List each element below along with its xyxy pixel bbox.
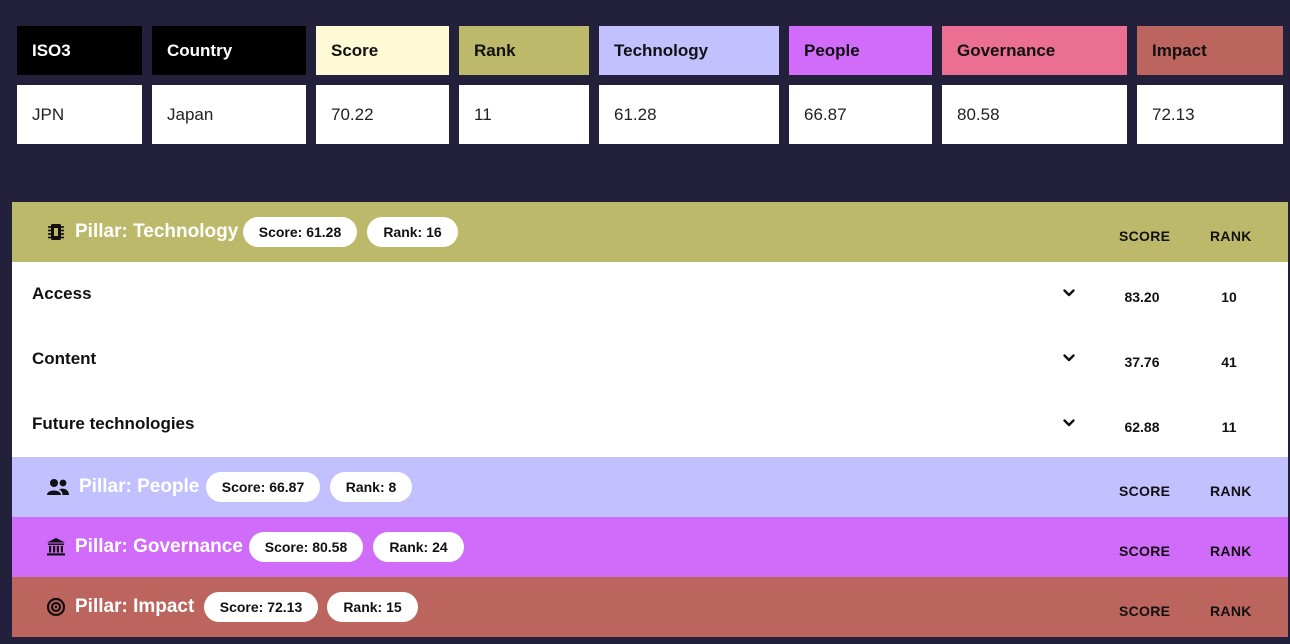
pillar-governance-score-badge: Score: 80.58 [249, 532, 363, 562]
header-technology-label: Technology [614, 40, 709, 60]
chevron-down-icon[interactable] [1062, 416, 1076, 430]
header-country-label: Country [167, 40, 233, 60]
pillar-impact-title: Pillar: Impact [75, 596, 195, 617]
value-impact: 72.13 [1137, 85, 1283, 144]
pillar-technology-title: Pillar: Technology [75, 221, 239, 242]
value-people: 66.87 [789, 85, 932, 144]
pillar-technology-rank-badge: Rank: 16 [367, 217, 458, 247]
pillar-technology-score-badge: Score: 61.28 [243, 217, 357, 247]
pillar-people-score-badge: Score: 66.87 [206, 472, 320, 502]
rank-column-header: RANK [1210, 483, 1252, 499]
value-technology: 61.28 [599, 85, 779, 144]
subpillar-score: 37.76 [1124, 354, 1160, 370]
value-country-text: Japan [167, 104, 214, 124]
subpillar-score: 83.20 [1124, 289, 1160, 305]
rank-column-header: RANK [1210, 228, 1252, 244]
header-technology: Technology [599, 26, 779, 75]
subpillar-row-access[interactable]: Access 83.20 10 [12, 262, 1288, 327]
value-rank-text: 11 [474, 104, 492, 124]
pillar-impact-rank-badge: Rank: 15 [327, 592, 418, 622]
header-people-label: People [804, 40, 860, 60]
pillar-governance-title: Pillar: Governance [75, 536, 243, 557]
score-column-header: SCORE [1119, 543, 1171, 559]
pillar-impact-score-badge: Score: 72.13 [204, 592, 318, 622]
value-iso3: JPN [17, 85, 142, 144]
value-score-text: 70.22 [331, 104, 374, 124]
header-governance-label: Governance [957, 40, 1056, 60]
summary-table: ISO3 Country Score Rank Technology Peopl… [0, 0, 1290, 160]
value-score: 70.22 [316, 85, 449, 144]
value-country: Japan [152, 85, 306, 144]
chevron-down-icon[interactable] [1062, 286, 1076, 300]
value-governance-text: 80.58 [957, 104, 1000, 124]
header-impact-label: Impact [1152, 40, 1207, 60]
header-impact: Impact [1137, 26, 1283, 75]
pillar-people-title: Pillar: People [79, 476, 200, 497]
value-rank: 11 [459, 85, 589, 144]
pillars-panel: Pillar: Technology Score: 61.28 Rank: 16… [12, 202, 1288, 637]
subpillar-label: Future technologies [32, 414, 195, 433]
header-rank-label: Rank [474, 40, 516, 60]
subpillar-score: 62.88 [1124, 419, 1160, 435]
pillar-governance-rank-badge: Rank: 24 [373, 532, 464, 562]
value-iso3-text: JPN [32, 104, 65, 124]
subpillar-row-future-technologies[interactable]: Future technologies 62.88 11 [12, 392, 1288, 457]
header-people: People [789, 26, 932, 75]
people-icon [46, 477, 70, 497]
chip-icon [46, 222, 66, 242]
chevron-down-icon[interactable] [1062, 351, 1076, 365]
value-technology-text: 61.28 [614, 104, 657, 124]
subpillar-label: Content [32, 349, 97, 368]
subpillar-row-content[interactable]: Content 37.76 41 [12, 327, 1288, 392]
header-score: Score [316, 26, 449, 75]
subpillar-rank: 41 [1221, 354, 1237, 370]
subpillar-rank: 10 [1221, 289, 1237, 305]
score-column-header: SCORE [1119, 228, 1171, 244]
value-people-text: 66.87 [804, 104, 847, 124]
header-country: Country [152, 26, 306, 75]
rank-column-header: RANK [1210, 543, 1252, 559]
score-column-header: SCORE [1119, 483, 1171, 499]
pillar-people-rank-badge: Rank: 8 [330, 472, 412, 502]
pillar-technology-header[interactable]: Pillar: Technology Score: 61.28 Rank: 16… [12, 202, 1288, 262]
header-score-label: Score [331, 40, 379, 60]
pillar-governance-header[interactable]: Pillar: Governance Score: 80.58 Rank: 24… [12, 517, 1288, 577]
pillar-people-header[interactable]: Pillar: People Score: 66.87 Rank: 8 SCOR… [12, 457, 1288, 517]
header-iso3: ISO3 [17, 26, 142, 75]
subpillar-rank: 11 [1221, 419, 1237, 435]
header-rank: Rank [459, 26, 589, 75]
value-governance: 80.58 [942, 85, 1127, 144]
target-icon [46, 597, 66, 617]
score-column-header: SCORE [1119, 603, 1171, 619]
header-iso3-label: ISO3 [32, 40, 71, 60]
value-impact-text: 72.13 [1152, 104, 1195, 124]
subpillar-label: Access [32, 284, 92, 303]
rank-column-header: RANK [1210, 603, 1252, 619]
bank-icon [46, 537, 66, 557]
pillar-impact-header[interactable]: Pillar: Impact Score: 72.13 Rank: 15 SCO… [12, 577, 1288, 637]
header-governance: Governance [942, 26, 1127, 75]
